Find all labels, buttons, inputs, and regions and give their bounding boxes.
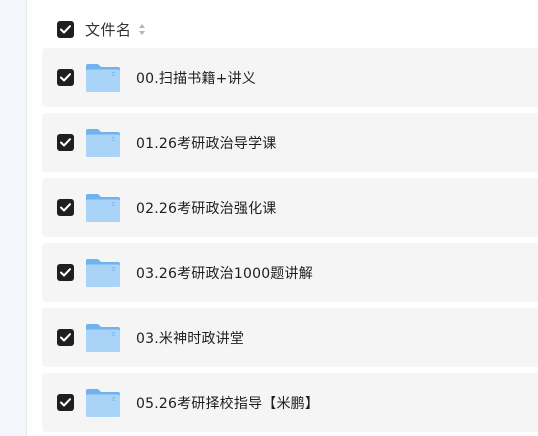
checkmark-icon: [60, 398, 71, 407]
folder-icon: [85, 127, 121, 159]
sidebar-edge: [0, 0, 27, 436]
folder-icon: [85, 62, 121, 94]
row-checkbox[interactable]: [57, 394, 74, 411]
row-checkbox[interactable]: [57, 69, 74, 86]
folder-icon: [85, 322, 121, 354]
file-list-panel: 文件名 00.扫描书籍+讲义 01.26考研政治导学课 02.26考研政治强化课…: [0, 0, 538, 436]
file-list: 00.扫描书籍+讲义 01.26考研政治导学课 02.26考研政治强化课 03.…: [42, 48, 538, 436]
file-list-header: 文件名: [42, 12, 538, 46]
file-name[interactable]: 03.米神时政讲堂: [136, 328, 244, 348]
folder-icon: [85, 192, 121, 224]
column-header-filename[interactable]: 文件名: [85, 19, 132, 40]
checkmark-icon: [60, 333, 71, 342]
file-name[interactable]: 02.26考研政治强化课: [136, 198, 276, 218]
file-row[interactable]: 03.米神时政讲堂: [42, 308, 538, 367]
checkmark-icon: [60, 138, 71, 147]
file-row[interactable]: 01.26考研政治导学课: [42, 113, 538, 172]
select-all-checkbox[interactable]: [57, 20, 74, 38]
file-row[interactable]: 05.26考研择校指导【米鹏】: [42, 373, 538, 432]
row-checkbox[interactable]: [57, 264, 74, 281]
checkmark-icon: [60, 268, 71, 277]
checkmark-icon: [60, 203, 71, 212]
folder-icon: [85, 387, 121, 419]
row-checkbox[interactable]: [57, 134, 74, 151]
file-name[interactable]: 03.26考研政治1000题讲解: [136, 263, 313, 283]
checkmark-icon: [60, 24, 71, 33]
file-name[interactable]: 05.26考研择校指导【米鹏】: [136, 393, 319, 413]
file-name[interactable]: 01.26考研政治导学课: [136, 133, 276, 153]
checkmark-icon: [60, 73, 71, 82]
sort-icon[interactable]: [138, 22, 146, 36]
file-row[interactable]: 03.26考研政治1000题讲解: [42, 243, 538, 302]
file-row[interactable]: 00.扫描书籍+讲义: [42, 48, 538, 107]
file-name[interactable]: 00.扫描书籍+讲义: [136, 68, 256, 88]
file-row[interactable]: 02.26考研政治强化课: [42, 178, 538, 237]
row-checkbox[interactable]: [57, 199, 74, 216]
row-checkbox[interactable]: [57, 329, 74, 346]
folder-icon: [85, 257, 121, 289]
